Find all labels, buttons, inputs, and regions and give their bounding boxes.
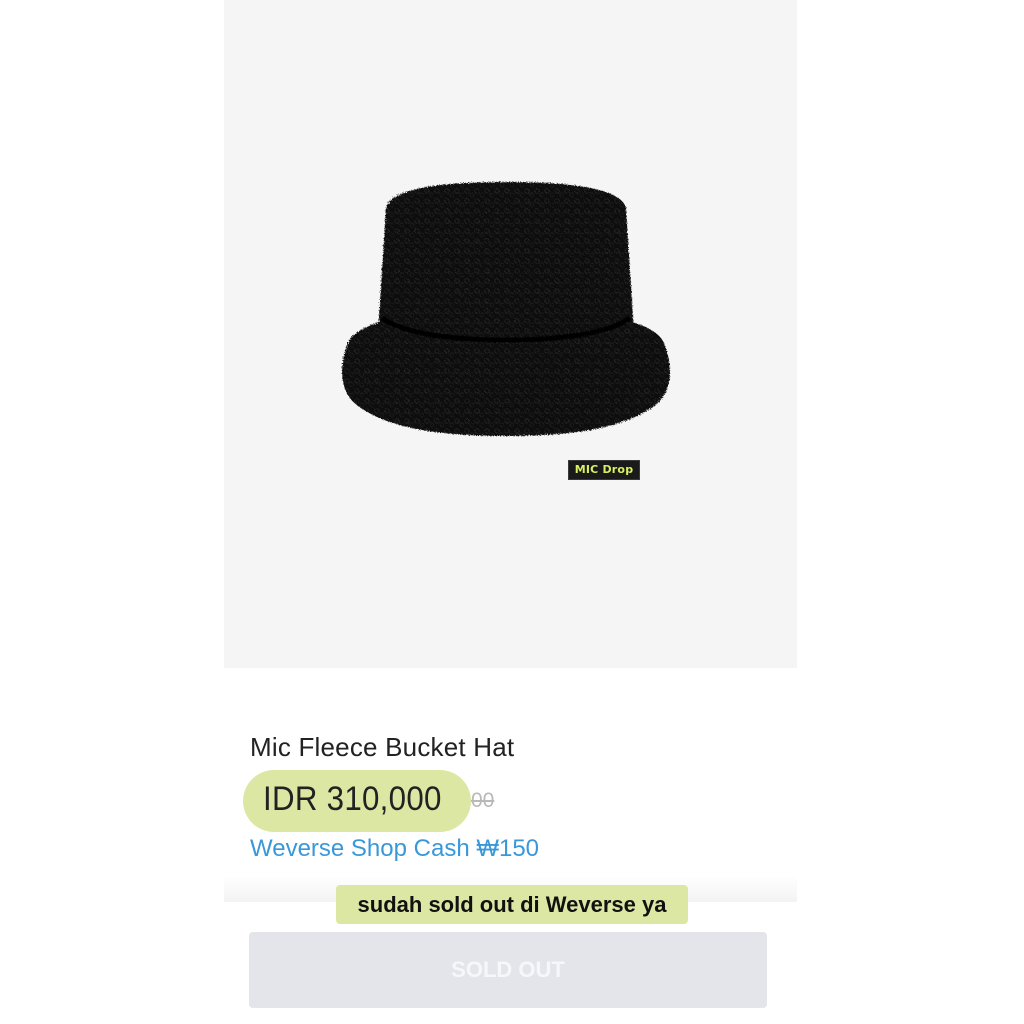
product-price: IDR 310,000 [263, 780, 442, 818]
product-page: MIC Drop Mic Fleece Bucket Hat IDR 310,0… [0, 0, 1024, 1024]
original-price: 00 [471, 789, 495, 812]
weverse-cash-reward: Weverse Shop Cash ₩150 [250, 835, 540, 862]
annotation-note: sudah sold out di Weverse ya [336, 885, 688, 924]
product-title: Mic Fleece Bucket Hat [250, 732, 515, 762]
sold-out-button[interactable]: SOLD OUT [249, 932, 767, 1008]
hat-brand-tag: MIC Drop [568, 460, 640, 480]
bucket-hat-image: MIC Drop [324, 178, 688, 480]
product-image-panel: MIC Drop [224, 0, 797, 668]
